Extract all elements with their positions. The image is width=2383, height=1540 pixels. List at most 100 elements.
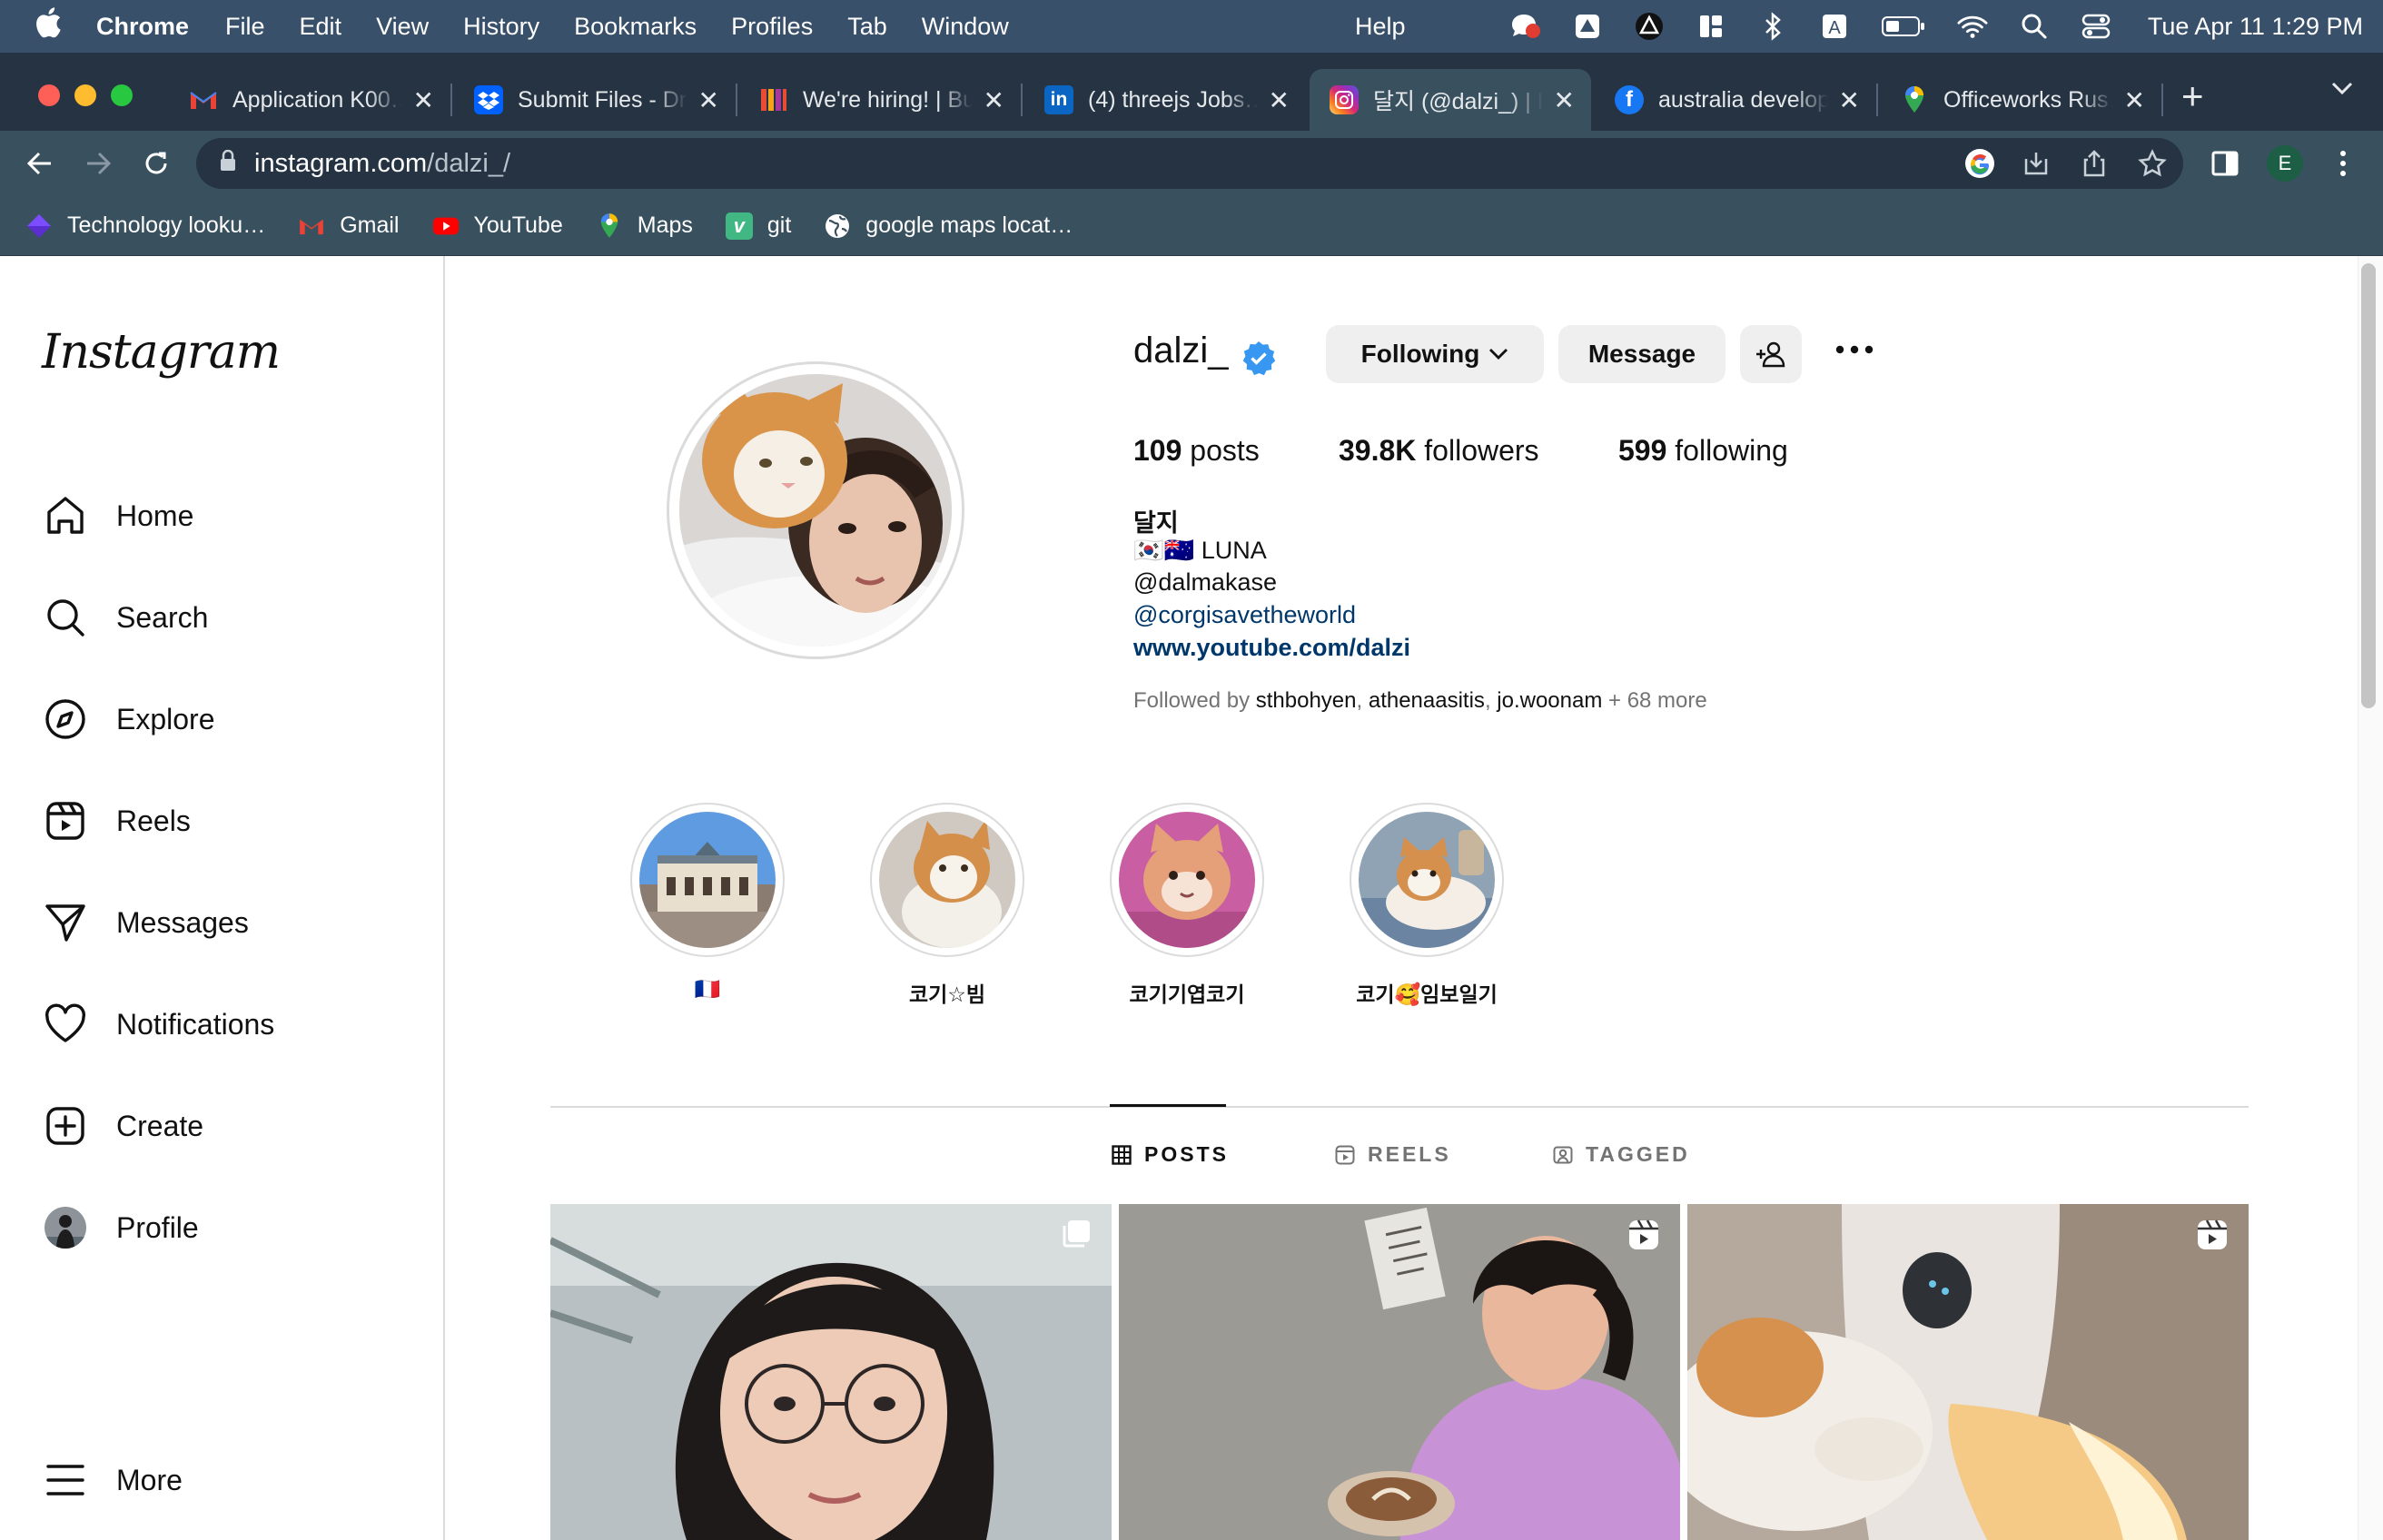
menu-help[interactable]: Help — [1355, 13, 1406, 41]
bio-website-link[interactable]: www.youtube.com/dalzi — [1133, 634, 1410, 662]
menu-bookmarks[interactable]: Bookmarks — [574, 13, 697, 41]
menu-history[interactable]: History — [463, 13, 539, 41]
google-lens-icon[interactable] — [1960, 143, 2000, 183]
nav-more[interactable]: More — [42, 1453, 183, 1507]
bookmark-maps[interactable]: Maps — [596, 212, 693, 240]
suggested-users-button[interactable] — [1740, 325, 1802, 383]
drive-app-icon[interactable] — [1572, 11, 1603, 42]
vpn-icon[interactable] — [1634, 11, 1665, 42]
tab-posts[interactable]: POSTS — [1112, 1142, 1229, 1167]
tab-close-icon[interactable]: ✕ — [698, 85, 719, 115]
bio-line: @dalmakase — [1133, 568, 1277, 596]
followed-by-text[interactable]: Followed by sthbohyen, athenaasitis, jo.… — [1133, 688, 1707, 714]
address-bar[interactable]: instagram.com/dalzi_/ — [196, 138, 2183, 189]
browser-tab-facebook[interactable]: f australia develop… ✕ — [1595, 69, 1876, 131]
highlight-france[interactable] — [639, 812, 776, 948]
reload-icon[interactable] — [136, 143, 176, 183]
menu-window[interactable]: Window — [922, 13, 1009, 41]
nav-messages[interactable]: Messages — [42, 895, 249, 950]
tab-search-chevron-icon[interactable] — [2330, 80, 2354, 101]
nav-label: Messages — [116, 905, 249, 939]
profile-avatar[interactable] — [679, 374, 952, 647]
bookmark-star-icon[interactable] — [2132, 143, 2172, 183]
nav-home[interactable]: Home — [42, 489, 193, 543]
nav-explore[interactable]: Explore — [42, 692, 215, 746]
menu-edit[interactable]: Edit — [300, 13, 342, 41]
menu-app-name[interactable]: Chrome — [96, 13, 189, 41]
highlight-corgi-beam[interactable] — [879, 812, 1015, 948]
menubar-clock[interactable]: Tue Apr 11 1:29 PM — [2148, 13, 2363, 41]
message-button[interactable]: Message — [1558, 325, 1725, 383]
menu-profiles[interactable]: Profiles — [731, 13, 813, 41]
tab-close-icon[interactable]: ✕ — [2124, 85, 2145, 115]
window-minimize-button[interactable] — [74, 84, 96, 106]
battery-icon[interactable] — [1881, 11, 1926, 42]
tab-reels[interactable]: REELS — [1335, 1142, 1451, 1167]
instagram-logo[interactable]: Instagram — [42, 325, 281, 380]
spotlight-search-icon[interactable] — [2019, 11, 2050, 42]
nav-search[interactable]: Search — [42, 590, 208, 645]
bio-mention-link[interactable]: @corgisavetheworld — [1133, 601, 1356, 629]
tab-tagged[interactable]: TAGGED — [1553, 1142, 1690, 1167]
heart-icon — [42, 1001, 89, 1048]
control-center-icon[interactable] — [2081, 11, 2111, 42]
browser-tab-hiring[interactable]: We're hiring! | Bu… ✕ — [739, 69, 1021, 131]
menu-view[interactable]: View — [376, 13, 429, 41]
side-panel-icon[interactable] — [2205, 143, 2245, 183]
chevron-down-icon — [1488, 348, 1508, 360]
url-host: instagram.com — [254, 148, 428, 178]
window-close-button[interactable] — [38, 84, 60, 106]
nav-notifications[interactable]: Notifications — [42, 997, 274, 1051]
browser-tab-linkedin[interactable]: in (4) threejs Jobs… ✕ — [1024, 69, 1306, 131]
bookmark-label: Maps — [637, 212, 693, 238]
kebab-menu-icon[interactable] — [2323, 143, 2363, 183]
window-layout-icon[interactable] — [1696, 11, 1726, 42]
bookmark-gmail[interactable]: Gmail — [298, 212, 400, 240]
lock-icon[interactable] — [220, 149, 236, 179]
browser-tab-officeworks[interactable]: Officeworks Rus… ✕ — [1880, 69, 2161, 131]
bookmark-youtube[interactable]: YouTube — [432, 212, 563, 240]
wifi-icon[interactable] — [1957, 11, 1988, 42]
menu-file[interactable]: File — [225, 13, 265, 41]
back-arrow-icon[interactable] — [20, 143, 60, 183]
add-person-icon — [1755, 341, 1786, 368]
following-stat[interactable]: 599 following — [1618, 434, 1788, 468]
apple-menu-icon[interactable] — [0, 6, 96, 46]
post-thumbnail[interactable] — [1687, 1204, 2249, 1540]
following-button[interactable]: Following — [1326, 325, 1544, 383]
tab-close-icon[interactable]: ✕ — [1839, 85, 1860, 115]
nav-reels[interactable]: Reels — [42, 794, 191, 848]
scrollbar-thumb[interactable] — [2361, 263, 2376, 708]
tab-close-icon[interactable]: ✕ — [413, 85, 434, 115]
nav-create[interactable]: Create — [42, 1099, 203, 1153]
highlight-corgi-foster-diary[interactable] — [1359, 812, 1495, 948]
highlight-corgi-cute[interactable] — [1119, 812, 1255, 948]
send-icon — [42, 899, 89, 946]
tab-close-icon[interactable]: ✕ — [984, 85, 1004, 115]
post-thumbnail[interactable] — [1119, 1204, 1680, 1540]
input-source-icon[interactable]: A — [1819, 11, 1850, 42]
post-thumbnail[interactable] — [550, 1204, 1112, 1540]
menu-tab[interactable]: Tab — [847, 13, 887, 41]
share-icon[interactable] — [2074, 143, 2114, 183]
bookmark-google-maps-location[interactable]: google maps locat… — [824, 212, 1073, 240]
bookmark-git[interactable]: v git — [725, 212, 791, 240]
forward-arrow-icon[interactable] — [78, 143, 118, 183]
window-zoom-button[interactable] — [111, 84, 133, 106]
tab-close-icon[interactable]: ✕ — [1554, 85, 1575, 115]
tab-close-icon[interactable]: ✕ — [1269, 85, 1290, 115]
install-app-icon[interactable] — [2016, 143, 2056, 183]
followers-stat[interactable]: 39.8K followers — [1339, 434, 1539, 468]
new-tab-button[interactable]: + — [2181, 74, 2204, 118]
bluetooth-icon[interactable] — [1757, 11, 1788, 42]
bookmark-technology-lookup[interactable]: Technology looku… — [25, 212, 265, 240]
browser-tab-dropbox[interactable]: Submit Files - Dr… ✕ — [454, 69, 736, 131]
browser-tab-gmail[interactable]: Application K00… ✕ — [169, 69, 450, 131]
browser-tab-instagram[interactable]: 달지 (@dalzi_) | Ins… ✕ — [1310, 69, 1591, 131]
url-path: /dalzi_/ — [427, 148, 511, 178]
chrome-profile-avatar[interactable]: E — [2267, 145, 2303, 182]
more-options-icon[interactable] — [1834, 343, 1874, 360]
youtube-icon — [432, 212, 460, 240]
nav-profile[interactable]: Profile — [42, 1200, 199, 1255]
chat-notification-icon[interactable] — [1510, 11, 1541, 42]
